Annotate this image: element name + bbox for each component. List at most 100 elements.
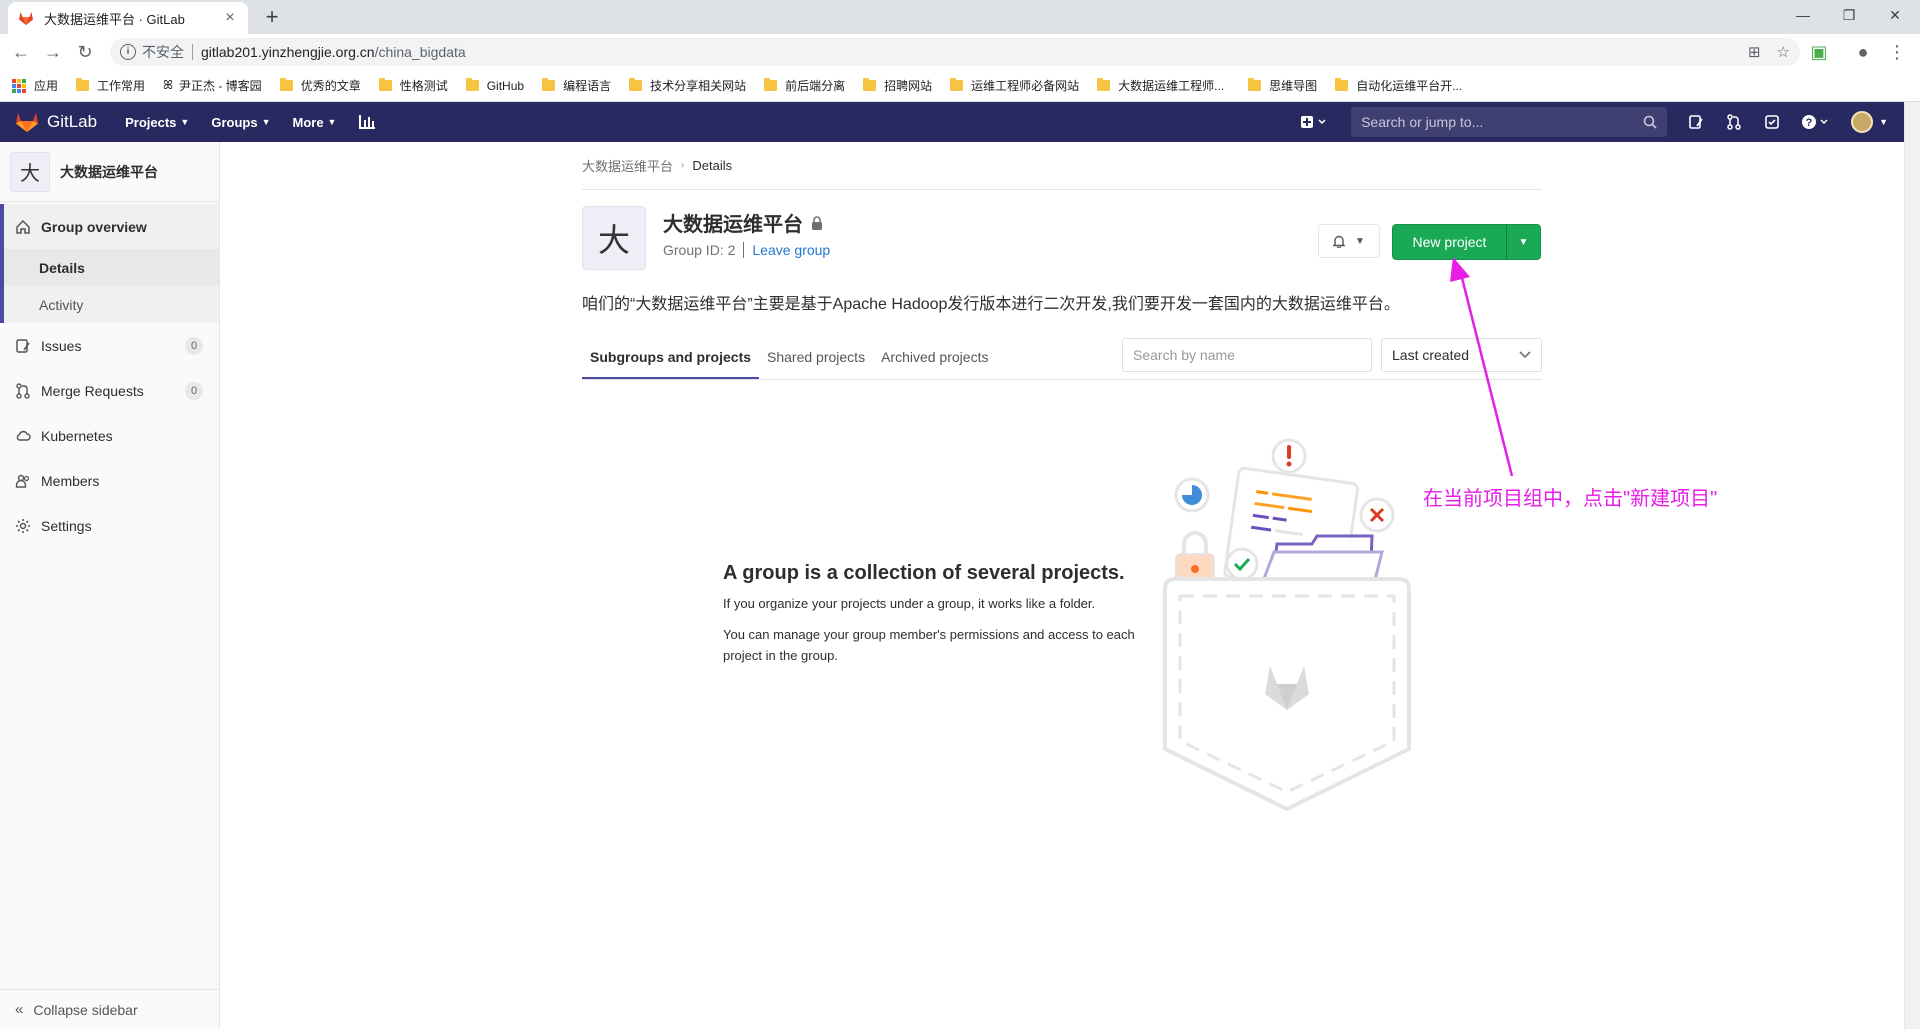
extension-icon[interactable]: ▣ <box>1808 41 1830 63</box>
tab-archived-projects[interactable]: Archived projects <box>873 349 996 379</box>
reload-icon[interactable]: ↻ <box>74 41 96 63</box>
browser-toolbar: ← → ↻ i 不安全 gitlab201.yinzhengjie.org.cn… <box>0 34 1920 70</box>
info-icon[interactable]: i <box>120 44 136 60</box>
tab-subgroups-and-projects[interactable]: Subgroups and projects <box>582 349 760 379</box>
window-close-icon[interactable]: ✕ <box>1872 0 1918 30</box>
bookmark-folder[interactable]: GitHub <box>465 78 524 93</box>
page-scrollbar[interactable] <box>1904 102 1920 1029</box>
sidebar-group-header[interactable]: 大 大数据运维平台 <box>0 142 219 202</box>
address-bar[interactable]: i 不安全 gitlab201.yinzhengjie.org.cn /chin… <box>110 38 1800 66</box>
browser-tab[interactable]: 大数据运维平台 · GitLab × <box>8 2 248 34</box>
chevron-down-icon: ▼ <box>180 117 190 127</box>
bookmark-folder[interactable]: 工作常用 <box>76 77 145 94</box>
folder-icon <box>76 78 90 91</box>
forward-icon[interactable]: → <box>42 41 64 63</box>
sidebar-item-group-overview[interactable]: Group overview <box>4 204 219 249</box>
breadcrumb-current[interactable]: Details <box>692 158 732 173</box>
new-project-button[interactable]: New project <box>1392 224 1506 260</box>
bookmark-star-icon[interactable]: ☆ <box>1777 43 1790 61</box>
main-content: 大数据运维平台 › Details 大 大数据运维平台 Group ID: 2 … <box>582 142 1542 812</box>
help-icon[interactable]: ? <box>1801 113 1831 131</box>
todos-icon[interactable] <box>1763 113 1781 131</box>
bookmark-apps[interactable]: 应用 <box>12 77 58 94</box>
merge-requests-icon[interactable] <box>1725 113 1743 131</box>
new-project-dropdown-toggle[interactable]: ▼ <box>1506 224 1541 260</box>
nav-more[interactable]: More ▼ <box>292 115 336 130</box>
leave-group-link[interactable]: Leave group <box>752 242 830 258</box>
insecure-label: 不安全 <box>142 44 184 60</box>
gitlab-logo-icon <box>16 113 38 132</box>
collapse-sidebar-button[interactable]: « Collapse sidebar <box>0 989 219 1029</box>
new-tab-icon[interactable]: + <box>260 6 284 30</box>
nav-projects[interactable]: Projects ▼ <box>125 115 189 130</box>
lock-icon <box>811 215 823 230</box>
activity-chart-icon[interactable] <box>358 113 376 131</box>
empty-state-title: A group is a collection of several proje… <box>723 562 1125 584</box>
bookmark-label: 前后端分离 <box>785 79 846 93</box>
new-dropdown-icon[interactable] <box>1299 113 1331 131</box>
bookmark-folder[interactable]: 编程语言 <box>542 77 611 94</box>
menu-kebab-icon[interactable]: ⋮ <box>1886 41 1908 63</box>
bookmark-folder[interactable]: 优秀的文章 <box>279 77 361 94</box>
bookmark-folder[interactable]: 自动化运维平台开... <box>1335 77 1462 94</box>
bookmark-folder[interactable]: 思维导图 <box>1248 77 1317 94</box>
merge-request-icon <box>15 382 31 399</box>
page-title: 大数据运维平台 <box>663 208 823 237</box>
bookmark-label: 大数据运维工程师... <box>1118 79 1225 93</box>
issues-icon[interactable] <box>1687 113 1705 131</box>
collapse-sidebar-label: Collapse sidebar <box>33 1001 138 1018</box>
bookmark-folder[interactable]: 大数据运维工程师... <box>1097 77 1224 94</box>
bookmarks-bar: 应用 工作常用 ꕤ 尹正杰 - 博客园 优秀的文章 性格测试 GitHub 编程语… <box>0 70 1920 102</box>
bookmark-label: 工作常用 <box>97 79 146 93</box>
sidebar-item-members[interactable]: Members <box>0 458 219 503</box>
sidebar-item-merge-requests[interactable]: Merge Requests 0 <box>0 368 219 413</box>
bookmark-folder[interactable]: 性格测试 <box>378 77 448 94</box>
bookmark-label: 思维导图 <box>1269 79 1318 93</box>
back-icon[interactable]: ← <box>10 41 32 63</box>
bookmark-folder[interactable]: 技术分享相关网站 <box>629 77 746 94</box>
sidebar-sub-details[interactable]: Details <box>4 249 219 286</box>
avatar <box>1851 111 1874 133</box>
notification-dropdown[interactable]: ▼ <box>1318 224 1380 258</box>
filter-by-name-input[interactable]: Search by name <box>1122 338 1372 372</box>
annotation-text: 在当前项目组中，点击"新建项目" <box>1423 488 1718 510</box>
group-description: 咱们的“大数据运维平台”主要是基于Apache Hadoop发行版本进行二次开发… <box>582 296 1400 313</box>
chevron-down-icon: ▼ <box>1355 235 1365 247</box>
gitlab-wordmark: GitLab <box>47 112 98 131</box>
header-search-input[interactable]: Search or jump to... <box>1351 107 1668 137</box>
bell-icon <box>1333 235 1346 248</box>
bookmark-link[interactable]: ꕤ 尹正杰 - 博客园 <box>163 77 262 94</box>
sidebar-item-label: Merge Requests <box>41 382 144 399</box>
sidebar-item-kubernetes[interactable]: Kubernetes <box>0 413 219 458</box>
sidebar-sub-activity[interactable]: Activity <box>4 286 219 323</box>
bookmark-label: 运维工程师必备网站 <box>971 79 1080 93</box>
folder-icon <box>465 78 479 91</box>
group-header: 大 大数据运维平台 Group ID: 2 Leave group ▼ New … <box>582 190 1542 290</box>
user-menu[interactable]: ▼ <box>1851 111 1888 133</box>
profile-icon[interactable]: ● <box>1852 41 1874 63</box>
cloud-icon <box>15 428 31 444</box>
nav-groups-label: Groups <box>211 114 258 130</box>
chevron-down-icon: ▼ <box>261 117 271 127</box>
restore-icon[interactable]: ❐ <box>1826 0 1872 30</box>
sidebar-section-overview: Group overview Details Activity <box>0 204 219 323</box>
nav-groups[interactable]: Groups ▼ <box>211 115 270 130</box>
folder-icon <box>542 78 556 91</box>
bookmark-folder[interactable]: 运维工程师必备网站 <box>950 77 1079 94</box>
mr-count-badge: 0 <box>185 382 203 400</box>
tab-close-icon[interactable]: × <box>222 10 238 26</box>
bookmark-folder[interactable]: 前后端分离 <box>764 77 845 94</box>
minimize-icon[interactable]: — <box>1780 0 1826 30</box>
omnibox-actions: ⊞ ☆ <box>1748 43 1790 61</box>
sort-dropdown[interactable]: Last created <box>1381 338 1542 372</box>
breadcrumb-group-link[interactable]: 大数据运维平台 <box>582 156 673 175</box>
group-id: Group ID: 2 <box>663 242 736 258</box>
tab-shared-projects[interactable]: Shared projects <box>759 349 873 379</box>
gitlab-home-link[interactable]: GitLab <box>15 111 97 133</box>
empty-state-text-2: You can manage your group member's permi… <box>723 627 1135 663</box>
bookmark-folder[interactable]: 招聘网站 <box>863 77 932 94</box>
sidebar-item-settings[interactable]: Settings <box>0 503 219 548</box>
chevron-down-icon: ▼ <box>1518 236 1529 248</box>
translate-icon[interactable]: ⊞ <box>1748 43 1761 61</box>
sidebar-item-issues[interactable]: Issues 0 <box>0 323 219 368</box>
